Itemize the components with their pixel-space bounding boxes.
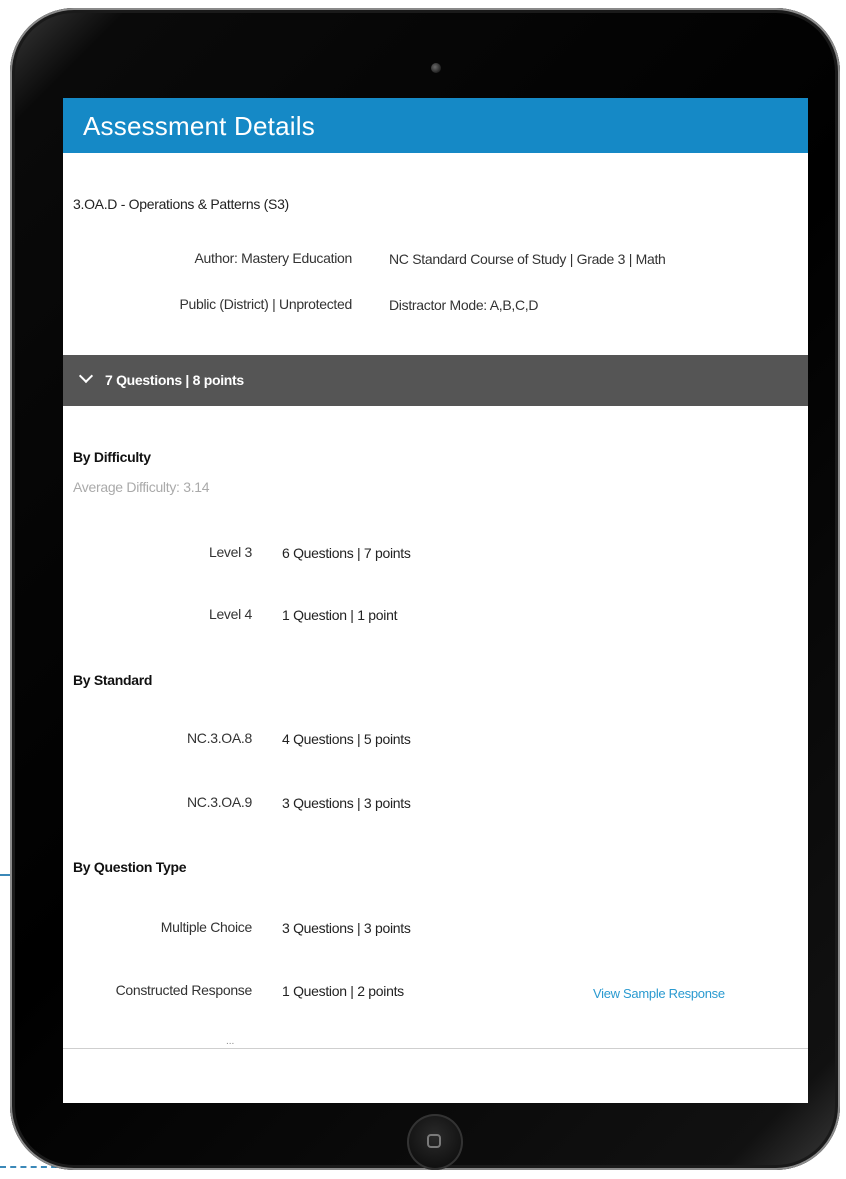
tablet-frame: Assessment Details 3.OA.D - Operations &… xyxy=(10,8,840,1170)
standard-value: 3 Questions | 3 points xyxy=(282,795,411,811)
section-heading-question-type: By Question Type xyxy=(73,859,187,875)
home-button-icon xyxy=(427,1134,441,1148)
questions-summary-toggle[interactable]: 7 Questions | 8 points xyxy=(63,355,808,406)
section-heading-standard: By Standard xyxy=(73,672,153,688)
assessment-author: Author: Mastery Education xyxy=(194,250,353,266)
assessment-visibility: Public (District) | Unprotected xyxy=(179,296,352,312)
difficulty-level-value: 6 Questions | 7 points xyxy=(282,545,411,561)
screen: Assessment Details 3.OA.D - Operations &… xyxy=(63,98,808,1103)
standard-label: NC.3.OA.9 xyxy=(187,794,252,810)
view-sample-response-link[interactable]: View Sample Response xyxy=(593,986,725,1001)
divider xyxy=(63,1048,808,1049)
assessment-name: 3.OA.D - Operations & Patterns (S3) xyxy=(73,196,289,212)
question-type-value: 1 Question | 2 points xyxy=(282,983,404,999)
truncated-row-marker: ... xyxy=(226,1036,235,1047)
camera-icon xyxy=(431,63,441,73)
page-title: Assessment Details xyxy=(83,111,315,141)
difficulty-level-label: Level 3 xyxy=(208,544,252,560)
question-type-label: Multiple Choice xyxy=(160,919,253,935)
chevron-down-icon xyxy=(78,368,94,384)
average-difficulty: Average Difficulty: 3.14 xyxy=(73,479,210,495)
question-type-value: 3 Questions | 3 points xyxy=(282,920,411,936)
section-heading-difficulty: By Difficulty xyxy=(73,449,151,465)
standard-value: 4 Questions | 5 points xyxy=(282,731,411,747)
distractor-mode: Distractor Mode: A,B,C,D xyxy=(389,297,539,313)
difficulty-level-value: 1 Question | 1 point xyxy=(282,607,398,623)
title-bar: Assessment Details xyxy=(63,98,808,153)
home-button[interactable] xyxy=(407,1114,463,1170)
assessment-standard-course: NC Standard Course of Study | Grade 3 | … xyxy=(389,251,666,267)
standard-label: NC.3.OA.8 xyxy=(187,730,252,746)
question-type-label: Constructed Response xyxy=(115,982,253,998)
questions-summary-label: 7 Questions | 8 points xyxy=(105,372,244,388)
dashed-guide-line xyxy=(0,874,10,876)
difficulty-level-label: Level 4 xyxy=(208,606,252,622)
